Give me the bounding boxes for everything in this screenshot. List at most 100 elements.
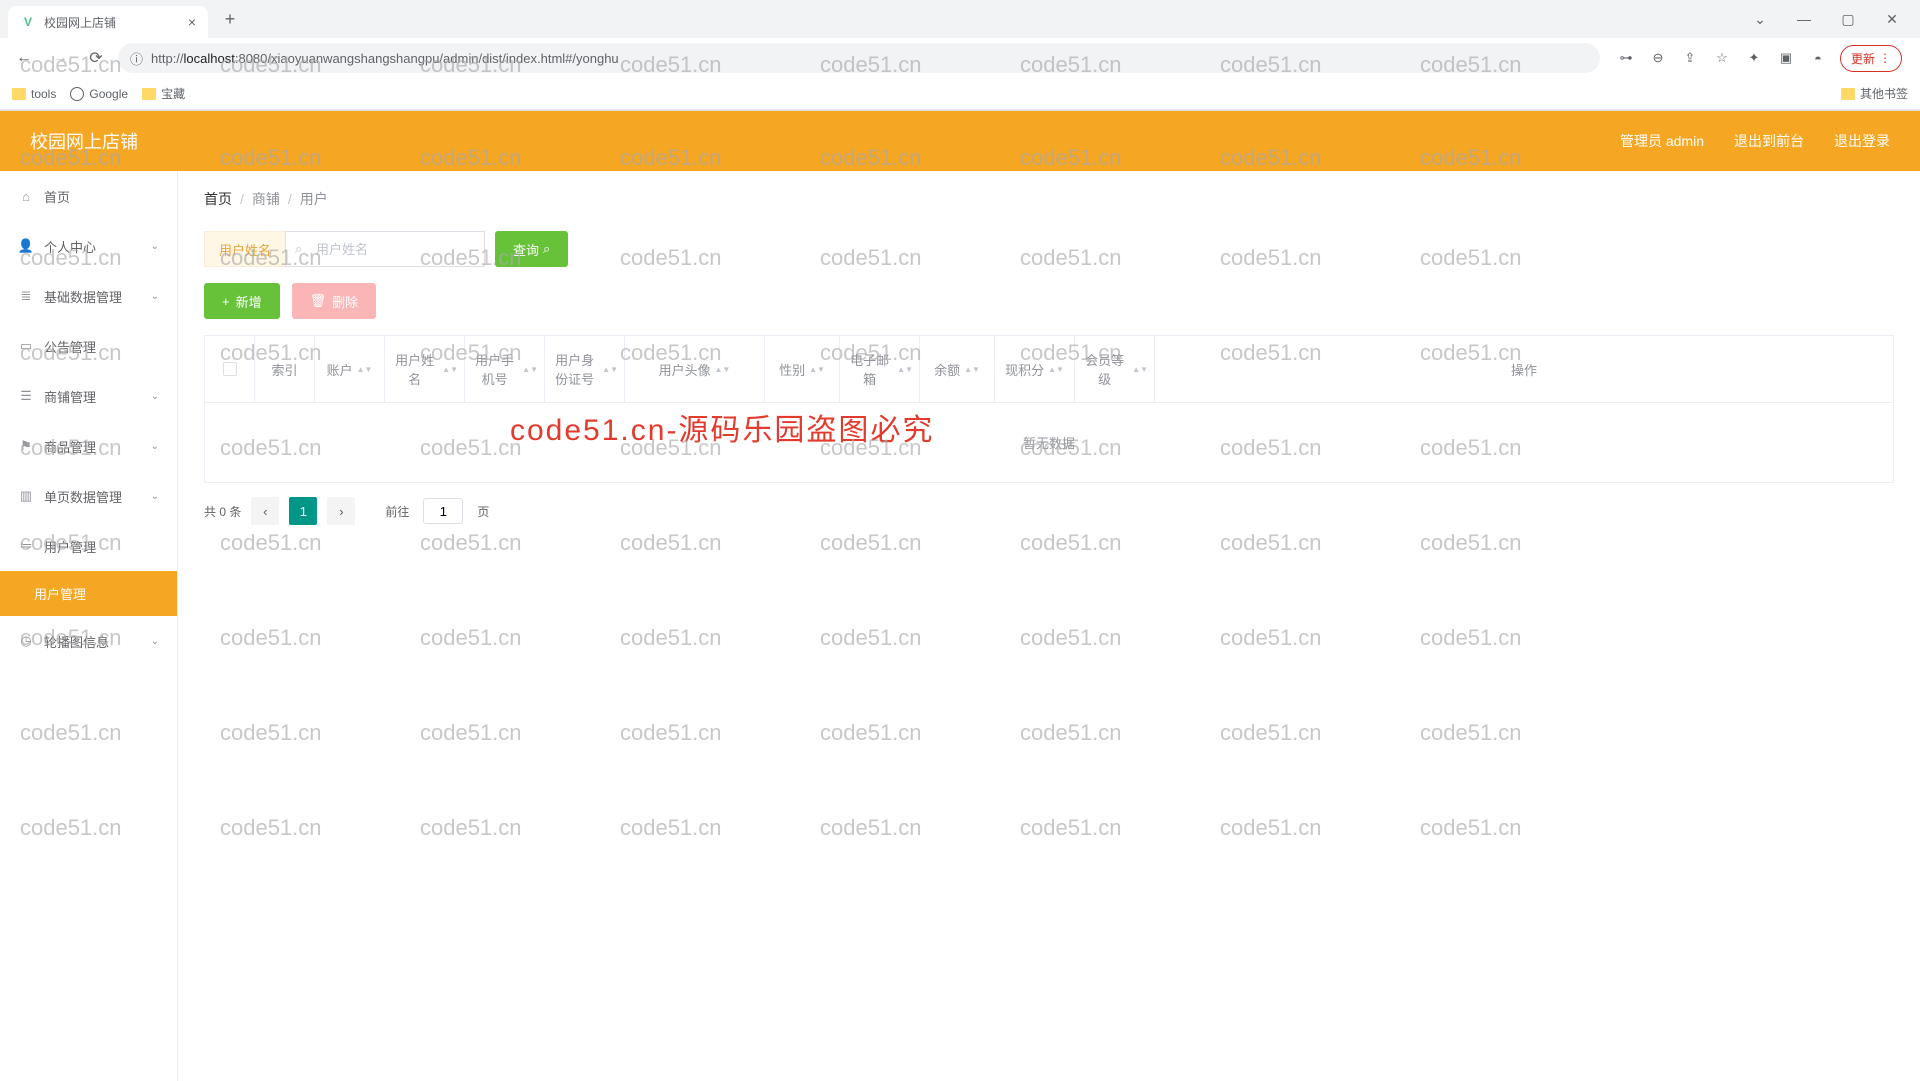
notice-icon: ▭ <box>18 338 34 354</box>
vue-favicon-icon: V <box>20 14 36 30</box>
plus-icon: + <box>222 294 230 309</box>
sidebar-item-user-mgmt-sub[interactable]: 用户管理 <box>0 571 177 616</box>
delete-button[interactable]: 🗑删除 <box>292 283 377 319</box>
extension-icon[interactable]: ✦ <box>1744 48 1764 68</box>
action-row: +新增 🗑删除 <box>204 283 1894 319</box>
header-right: 管理员 admin 退出到前台 退出登录 <box>1620 131 1890 151</box>
reload-icon[interactable]: ⟳ <box>82 44 110 72</box>
app-body: ⌂ 首页 👤 个人中心 ⌄ ≣ 基础数据管理 ⌄ ▭ 公告管理 ☰ 商铺管理 ⌄… <box>0 171 1920 1081</box>
zoom-icon[interactable]: ⊖ <box>1648 48 1668 68</box>
table-header: 索引 账户▲▼ 用户姓名▲▼ 用户手机号▲▼ 用户身份证号▲▼ 用户头像▲▼ 性… <box>205 336 1893 403</box>
goto-label: 前往 <box>385 503 409 520</box>
th-index[interactable]: 索引 <box>255 336 315 402</box>
forward-icon[interactable]: → <box>46 44 74 72</box>
th-account[interactable]: 账户▲▼ <box>315 336 385 402</box>
back-icon[interactable]: ← <box>10 44 38 72</box>
goto-page-input[interactable] <box>423 498 463 524</box>
breadcrumb-user: 用户 <box>300 189 328 209</box>
th-phone[interactable]: 用户手机号▲▼ <box>465 336 545 402</box>
address-bar: ← → ⟳ ⓘ http://localhost:8080/xiaoyuanwa… <box>0 38 1920 78</box>
th-avatar[interactable]: 用户头像▲▼ <box>625 336 765 402</box>
chevron-down-icon[interactable]: ⌄ <box>1740 4 1780 34</box>
sidebar-item-user-mgmt[interactable]: ≔ 用户管理 <box>0 521 177 571</box>
chevron-down-icon: ⌄ <box>151 636 159 647</box>
chevron-down-icon: ⌄ <box>151 291 159 302</box>
page-icon: ▥ <box>18 488 34 504</box>
maximize-icon[interactable]: ▢ <box>1828 4 1868 34</box>
key-icon[interactable]: ⊶ <box>1616 48 1636 68</box>
sidebar-item-basic-data[interactable]: ≣ 基础数据管理 ⌄ <box>0 271 177 321</box>
app-header: 校园网上店铺 管理员 admin 退出到前台 退出登录 <box>0 111 1920 171</box>
tab-strip: V 校园网上店铺 × + ⌄ — ▢ ✕ <box>0 0 1920 38</box>
breadcrumb-shop[interactable]: 商铺 <box>252 189 280 209</box>
bookmarks-bar: tools Google 宝藏 其他书签 <box>0 78 1920 110</box>
exit-front-link[interactable]: 退出到前台 <box>1734 131 1804 151</box>
share-icon[interactable]: ⇪ <box>1680 48 1700 68</box>
th-gender[interactable]: 性别▲▼ <box>765 336 840 402</box>
breadcrumb-home[interactable]: 首页 <box>204 189 232 209</box>
chevron-down-icon: ⌄ <box>151 241 159 252</box>
update-button[interactable]: 更新⋮ <box>1840 45 1902 72</box>
sidebar-item-notice[interactable]: ▭ 公告管理 <box>0 321 177 371</box>
filter-row: 用户姓名 ⌕ 查询 ⌕ <box>204 231 1894 267</box>
search-icon: ⌕ <box>295 241 302 257</box>
prev-page-button[interactable]: ‹ <box>251 497 279 525</box>
panel-icon[interactable]: ▣ <box>1776 48 1796 68</box>
url-input[interactable]: ⓘ http://localhost:8080/xiaoyuanwangshan… <box>118 43 1600 73</box>
sort-icon: ▲▼ <box>522 367 538 372</box>
folder-icon <box>142 88 156 100</box>
sidebar-item-home[interactable]: ⌂ 首页 <box>0 171 177 221</box>
bookmark-treasure[interactable]: 宝藏 <box>142 85 185 102</box>
pagination: 共 0 条 ‹ 1 › 前往 页 <box>204 497 1894 525</box>
bookmark-tools[interactable]: tools <box>12 87 56 101</box>
bookmark-google[interactable]: Google <box>70 87 128 101</box>
add-button[interactable]: +新增 <box>204 283 280 319</box>
next-page-button[interactable]: › <box>327 497 355 525</box>
sort-icon: ▲▼ <box>897 367 913 372</box>
close-tab-icon[interactable]: × <box>188 14 196 30</box>
sort-icon: ▲▼ <box>715 367 731 372</box>
page-suffix: 页 <box>477 503 489 520</box>
app-title: 校园网上店铺 <box>30 128 138 154</box>
query-button[interactable]: 查询 ⌕ <box>495 231 568 267</box>
sort-icon: ▲▼ <box>964 367 980 372</box>
profile-icon[interactable]: ◓ <box>1808 48 1828 68</box>
star-icon[interactable]: ☆ <box>1712 48 1732 68</box>
sidebar-item-product[interactable]: ⚑ 商品管理 ⌄ <box>0 421 177 471</box>
checkbox-icon[interactable] <box>223 362 237 376</box>
chevron-down-icon: ⌄ <box>151 491 159 502</box>
th-email[interactable]: 电子邮箱▲▼ <box>840 336 920 402</box>
trash-icon: 🗑 <box>310 293 327 309</box>
new-tab-button[interactable]: + <box>216 5 244 33</box>
th-level[interactable]: 会员等级▲▼ <box>1075 336 1155 402</box>
folder-icon <box>1841 88 1855 100</box>
close-window-icon[interactable]: ✕ <box>1872 4 1912 34</box>
sidebar-item-shop[interactable]: ☰ 商铺管理 ⌄ <box>0 371 177 421</box>
admin-label[interactable]: 管理员 admin <box>1620 131 1704 151</box>
sidebar: ⌂ 首页 👤 个人中心 ⌄ ≣ 基础数据管理 ⌄ ▭ 公告管理 ☰ 商铺管理 ⌄… <box>0 171 178 1081</box>
sidebar-item-carousel[interactable]: ◷ 轮播图信息 ⌄ <box>0 616 177 666</box>
user-icon: 👤 <box>18 238 34 254</box>
empty-data-message: 暂无数据 <box>205 403 1893 482</box>
chevron-down-icon: ⌄ <box>151 391 159 402</box>
username-filter-input[interactable] <box>285 231 485 267</box>
th-checkbox[interactable] <box>205 336 255 402</box>
th-username[interactable]: 用户姓名▲▼ <box>385 336 465 402</box>
logout-link[interactable]: 退出登录 <box>1834 131 1890 151</box>
chevron-down-icon: ⌄ <box>151 441 159 452</box>
th-idcard[interactable]: 用户身份证号▲▼ <box>545 336 625 402</box>
filter-input-wrap: ⌕ <box>285 231 485 267</box>
sidebar-item-personal[interactable]: 👤 个人中心 ⌄ <box>0 221 177 271</box>
th-balance[interactable]: 余额▲▼ <box>920 336 995 402</box>
page-1-button[interactable]: 1 <box>289 497 317 525</box>
sort-icon: ▲▼ <box>1048 367 1064 372</box>
th-points[interactable]: 现积分▲▼ <box>995 336 1075 402</box>
tab-title: 校园网上店铺 <box>44 14 116 31</box>
sidebar-item-single-page[interactable]: ▥ 单页数据管理 ⌄ <box>0 471 177 521</box>
bookmark-other[interactable]: 其他书签 <box>1841 85 1908 102</box>
sort-icon: ▲▼ <box>809 367 825 372</box>
browser-chrome: V 校园网上店铺 × + ⌄ — ▢ ✕ ← → ⟳ ⓘ http://loca… <box>0 0 1920 111</box>
shop-icon: ☰ <box>18 388 34 404</box>
browser-tab[interactable]: V 校园网上店铺 × <box>8 6 208 38</box>
minimize-icon[interactable]: — <box>1784 4 1824 34</box>
